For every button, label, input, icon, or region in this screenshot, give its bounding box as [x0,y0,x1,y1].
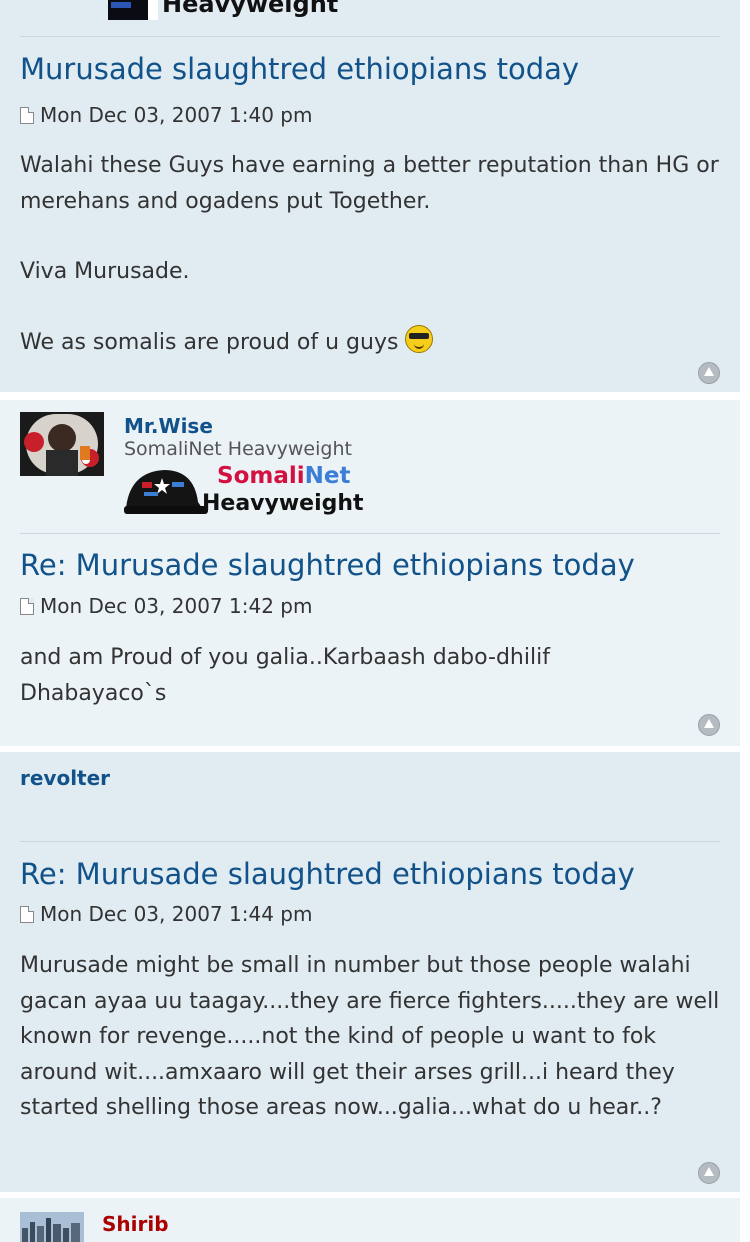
post-title[interactable]: Re: Murusade slaughtred ethiopians today [20,548,635,582]
author-name[interactable]: Shirib [102,1212,169,1236]
post-4: Shirib [0,1198,740,1242]
post-meta: Mon Dec 03, 2007 1:40 pm [20,103,312,127]
post-title[interactable]: Murusade slaughtred ethiopians today [20,52,579,86]
post-paragraph: Viva Murusade. [20,259,190,284]
post-3: revolter Re: Murusade slaughtred ethiopi… [0,752,740,1192]
post-icon[interactable] [20,597,34,615]
post-content: and am Proud of you galia..Karbaash dabo… [20,640,600,711]
post-1: Heavyweight Murusade slaughtred ethiopia… [0,0,740,392]
post-meta: Mon Dec 03, 2007 1:44 pm [20,902,312,926]
rank-label: Heavyweight [162,0,339,18]
post-icon[interactable] [20,106,34,124]
page-edge [740,0,750,1242]
author-rank: SomaliNet Heavyweight [124,438,352,460]
post-divider [20,36,720,37]
badge-brand: SomaliNet [217,463,350,489]
rank-image: SomaliNet Heavyweight [124,462,364,518]
avatar [20,412,104,476]
post-divider [20,841,720,842]
cool-smiley-icon [405,324,434,353]
author-name[interactable]: revolter [20,766,110,790]
back-to-top-icon[interactable] [698,1162,720,1184]
badge-brand-red: Somali [217,463,305,489]
post-paragraph: We as somalis are proud of u guys [20,324,725,361]
post-meta: Mon Dec 03, 2007 1:42 pm [20,594,312,618]
badge-label: Heavyweight [202,491,364,516]
post-paragraph: and am Proud of you galia..Karbaash dabo… [20,645,550,706]
post-content: Walahi these Guys have earning a better … [20,148,725,360]
author-name[interactable]: Mr.Wise [124,414,213,438]
post-date: Mon Dec 03, 2007 1:40 pm [40,103,313,127]
post-paragraph: Murusade might be small in number but th… [20,953,720,1120]
badge-brand-blue: Net [304,463,351,489]
post-paragraph-text: We as somalis are proud of u guys [20,329,399,355]
post-divider [20,533,720,534]
post-title[interactable]: Re: Murusade slaughtred ethiopians today [20,857,635,891]
post-icon[interactable] [20,905,34,923]
rank-image: Heavyweight [108,0,338,22]
post-date: Mon Dec 03, 2007 1:44 pm [40,902,313,926]
back-to-top-icon[interactable] [698,362,720,384]
post-date: Mon Dec 03, 2007 1:42 pm [40,594,313,618]
back-to-top-icon[interactable] [698,714,720,736]
avatar [20,1212,84,1242]
post-content: Murusade might be small in number but th… [20,948,725,1126]
post-paragraph: Walahi these Guys have earning a better … [20,153,719,214]
post-2: Mr.Wise SomaliNet Heavyweight SomaliNet … [0,400,740,746]
